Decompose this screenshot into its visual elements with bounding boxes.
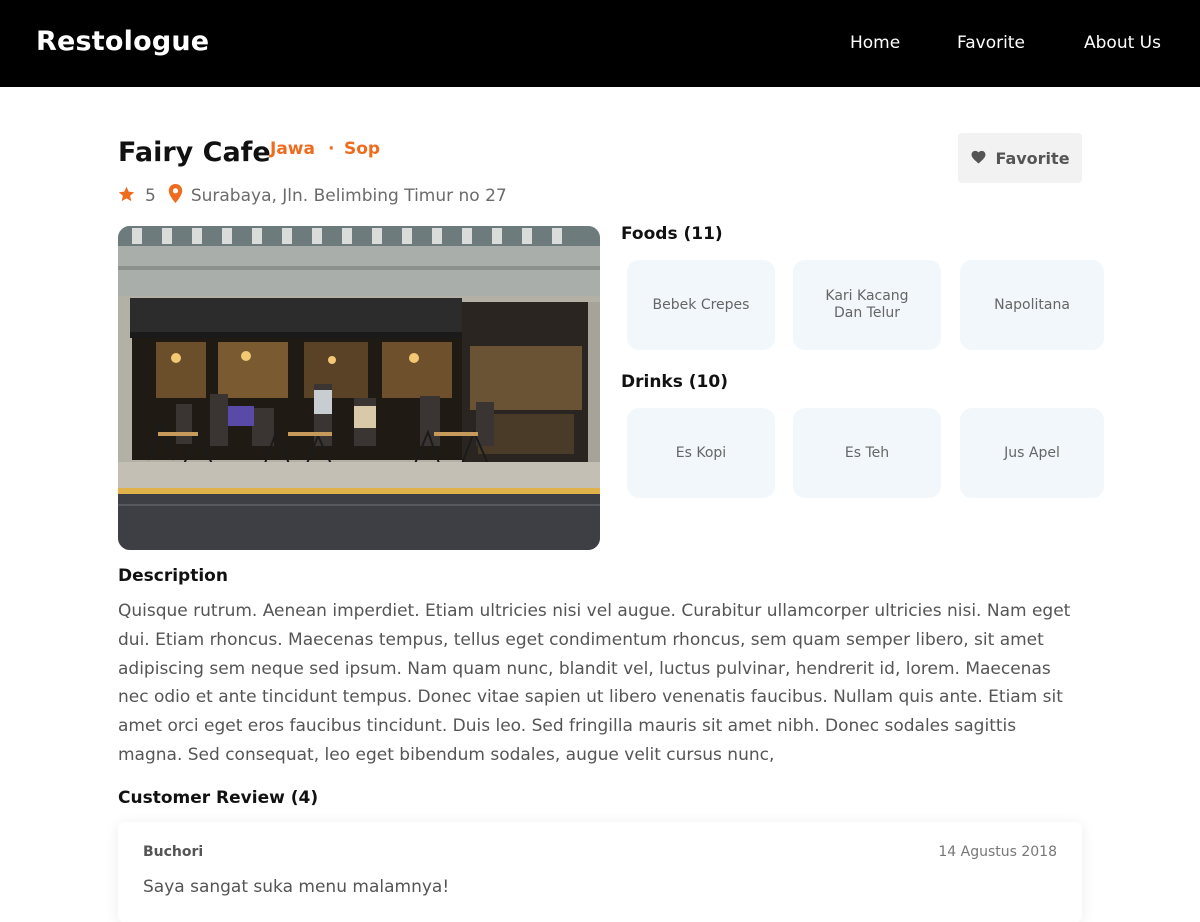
nav-favorite-link[interactable]: Favorite (957, 33, 1025, 53)
restaurant-meta: 5 Surabaya, Jln. Belimbing Timur no 27 (118, 184, 507, 208)
drink-item: Es Teh (793, 408, 941, 498)
food-item: Bebek Crepes (627, 260, 775, 350)
customer-review-heading: Customer Review (4) (118, 788, 319, 808)
brand-logo[interactable]: Restologue (36, 26, 209, 57)
review-text: Saya sangat suka menu malamnya! (143, 877, 450, 897)
favorite-button-label: Favorite (995, 148, 1070, 168)
favorite-button[interactable]: Favorite (958, 133, 1082, 183)
food-item: Kari Kacang Dan Telur (793, 260, 941, 350)
food-item: Napolitana (960, 260, 1104, 350)
restaurant-name: Fairy Cafe (118, 137, 271, 168)
navbar: Restologue Home Favorite About Us (0, 0, 1200, 87)
reviewer-name: Buchori (143, 844, 204, 860)
foods-heading: Foods (11) (621, 224, 723, 244)
location-pin-icon (168, 184, 183, 208)
rating-value: 5 (145, 186, 156, 206)
review-card: Buchori 14 Agustus 2018 Saya sangat suka… (118, 822, 1082, 922)
category-separator: · (328, 139, 335, 159)
star-icon (118, 186, 135, 207)
heart-icon (970, 149, 987, 168)
nav-home-link[interactable]: Home (850, 33, 900, 53)
review-date: 14 Agustus 2018 (938, 844, 1057, 860)
restaurant-address: Surabaya, Jln. Belimbing Timur no 27 (190, 186, 507, 206)
drink-item: Jus Apel (960, 408, 1104, 498)
drink-item: Es Kopi (627, 408, 775, 498)
nav-about-link[interactable]: About Us (1084, 33, 1161, 53)
restaurant-image (118, 226, 600, 550)
category-tag: Sop (344, 139, 381, 159)
category-tag: Jawa (270, 139, 315, 159)
description-heading: Description (118, 566, 228, 586)
description-text: Quisque rutrum. Aenean imperdiet. Etiam … (118, 601, 1071, 765)
drinks-heading: Drinks (10) (621, 372, 728, 392)
